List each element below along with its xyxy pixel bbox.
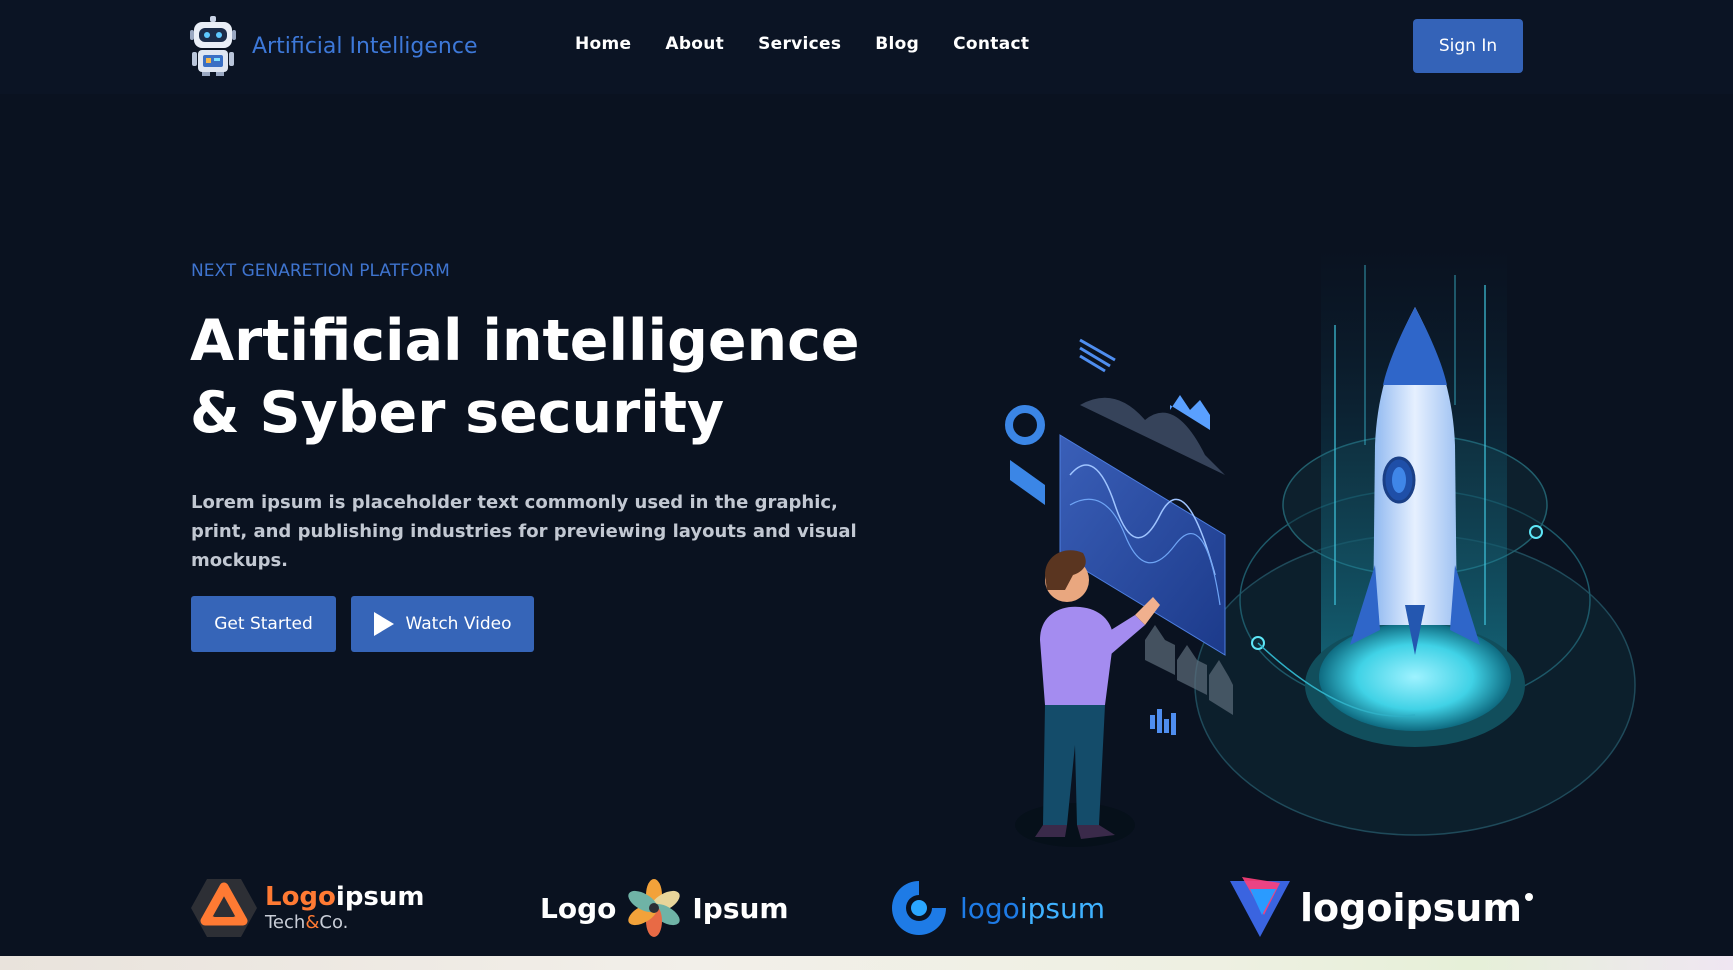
nav-home[interactable]: Home [575, 34, 631, 54]
partner-1-name-suffix: ipsum [335, 882, 425, 912]
partner-3-name-prefix: logo [960, 891, 1020, 925]
partner-logo-3: logoipsum [888, 875, 1105, 941]
hexagon-logo-icon [191, 879, 257, 937]
triangle-logo-icon [1230, 877, 1290, 937]
partner-logos: Logoipsum Tech&Co. Logo Ipsum logoipsum … [0, 875, 1733, 955]
watch-video-button[interactable]: Watch Video [351, 596, 534, 652]
bottom-browser-strip [0, 956, 1733, 970]
main-nav: Home About Services Blog Contact [575, 34, 1063, 54]
play-icon [373, 612, 394, 636]
get-started-button[interactable]: Get Started [191, 596, 336, 652]
nav-blog[interactable]: Blog [875, 34, 919, 54]
partner-logo-1: Logoipsum Tech&Co. [191, 875, 425, 941]
partner-4-mark [1524, 893, 1533, 901]
nav-services[interactable]: Services [758, 34, 841, 54]
hero-description: Lorem ipsum is placeholder text commonly… [191, 492, 857, 571]
brand-name: Artificial Intelligence [252, 33, 478, 59]
partner-logo-4: logoipsum [1228, 875, 1533, 941]
top-navbar: Artificial Intelligence Home About Servi… [0, 0, 1733, 94]
partner-1-tagline-suffix: Co. [319, 912, 349, 933]
watch-video-label: Watch Video [405, 614, 512, 634]
nav-contact[interactable]: Contact [953, 34, 1029, 54]
partner-2-name-suffix: Ipsum [692, 891, 789, 925]
partner-4-name: logoipsum [1300, 886, 1522, 930]
rocket-launch-illustration [1005, 245, 1636, 847]
partner-3-name-suffix: ipsum [1019, 891, 1105, 925]
partner-1-tagline-prefix: Tech [265, 912, 306, 933]
hero-title-line1: Artificial intelligence [190, 308, 860, 374]
hero-eyebrow: NEXT GENARETION PLATFORM [191, 261, 450, 281]
robot-icon [190, 16, 236, 76]
brand[interactable]: Artificial Intelligence [190, 16, 478, 76]
sign-in-button[interactable]: Sign In [1413, 19, 1523, 73]
partner-1-name-prefix: Logo [265, 882, 336, 912]
hero-title-line2: & Syber security [190, 380, 725, 446]
nav-about[interactable]: About [665, 34, 724, 54]
c-ring-logo-icon [892, 881, 946, 935]
partner-1-tagline-amp: & [305, 912, 320, 933]
hero-title: Artificial intelligence & Syber security [190, 305, 950, 449]
partner-logo-2: Logo Ipsum [540, 875, 789, 941]
flower-logo-icon [628, 879, 681, 937]
partner-2-name-prefix: Logo [540, 891, 617, 925]
